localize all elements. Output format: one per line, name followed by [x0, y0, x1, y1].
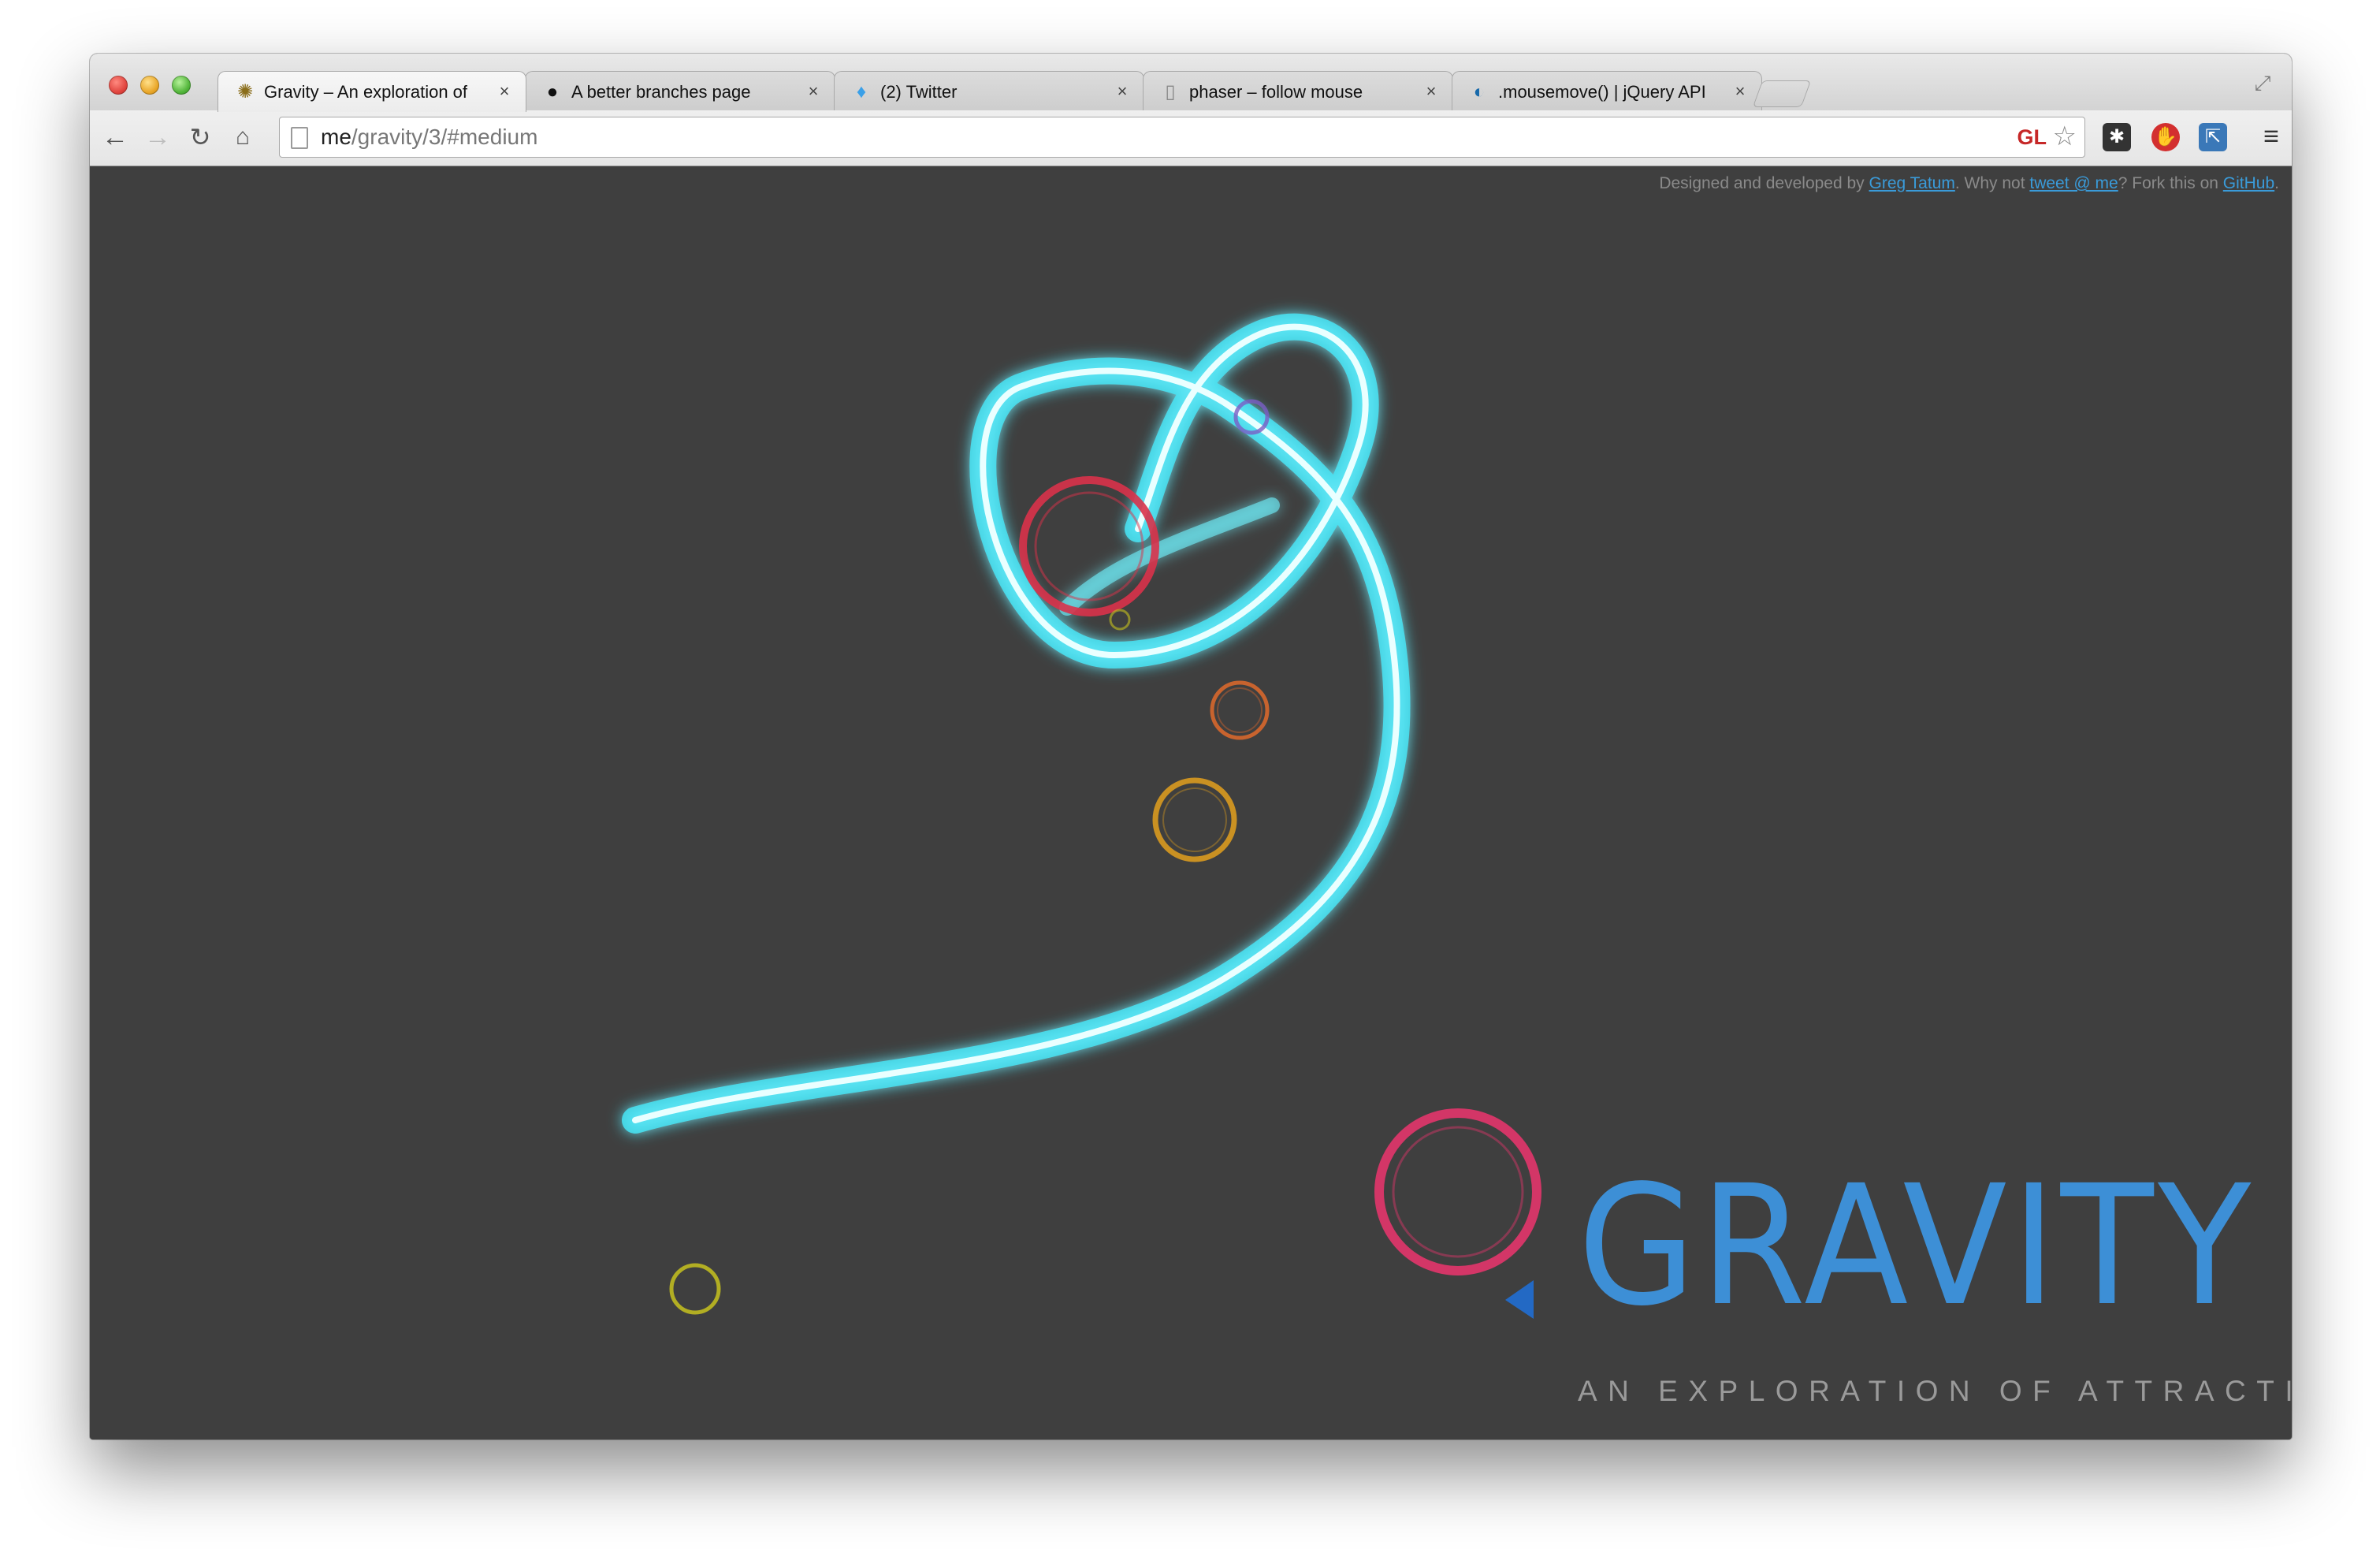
tab-title: (2) Twitter: [880, 82, 958, 102]
github-icon: ●: [546, 81, 559, 102]
back-icon[interactable]: ←: [99, 121, 131, 153]
webgl-badge[interactable]: GL: [2017, 125, 2047, 150]
pink-attractor: [1374, 1108, 1541, 1275]
amber-attractor: [1152, 777, 1237, 862]
new-tab-button[interactable]: [1752, 80, 1812, 107]
menu-icon[interactable]: ≡: [2263, 122, 2279, 151]
tab-twitter[interactable]: ♦ (2) Twitter ×: [834, 71, 1144, 111]
extension-asterisk-icon[interactable]: ✱: [2103, 123, 2131, 151]
extension-adblock-icon[interactable]: ✋: [2151, 123, 2180, 151]
page-content: Designed and developed by Greg Tatum. Wh…: [90, 166, 2292, 1439]
orange-attractor: [1210, 680, 1270, 740]
tab-gravity[interactable]: ✺ Gravity – An exploration of ×: [218, 71, 526, 112]
tab-title: .mousemove() | jQuery API: [1498, 82, 1706, 102]
page-icon: ▯: [1165, 81, 1176, 102]
gravity-favicon-icon: ✺: [236, 81, 254, 102]
twitter-icon: ♦: [856, 81, 867, 102]
address-bar[interactable]: me/gravity/3/#medium GL ☆: [279, 117, 2085, 158]
zoom-window-button[interactable]: [172, 76, 191, 95]
tab-title: Gravity – An exploration of: [264, 82, 468, 102]
browser-window: ✺ Gravity – An exploration of × ● A bett…: [90, 54, 2292, 1439]
home-icon[interactable]: ⌂: [227, 121, 258, 153]
logo-subtitle: AN EXPLORATION OF ATTRACTION: [1578, 1375, 2292, 1407]
browser-toolbar: ← → ↻ ⌂ me/gravity/3/#medium GL ☆ ✱ ✋ ⇱ …: [90, 110, 2292, 166]
bookmark-star-icon[interactable]: ☆: [2053, 122, 2077, 151]
url-text[interactable]: me/gravity/3/#medium: [321, 124, 537, 151]
tab-github[interactable]: ● A better branches page ×: [525, 71, 835, 111]
trail-tail-fragment: [1059, 497, 1280, 616]
tab-phaser[interactable]: ▯ phaser – follow mouse ×: [1143, 71, 1453, 111]
title-bar: ✺ Gravity – An exploration of × ● A bett…: [90, 54, 2292, 112]
tab-title: phaser – follow mouse: [1189, 82, 1363, 102]
github-link[interactable]: GitHub: [2223, 174, 2274, 192]
tab-close-icon[interactable]: ×: [1421, 81, 1441, 102]
tab-close-icon[interactable]: ×: [803, 81, 824, 102]
tab-jquery[interactable]: ◐ .mousemove() | jQuery API ×: [1452, 71, 1762, 111]
small-yellow-attractor: [1109, 609, 1131, 631]
close-window-button[interactable]: [109, 76, 128, 95]
reload-icon[interactable]: ↻: [184, 121, 216, 153]
fullscreen-icon[interactable]: ⤢: [2251, 71, 2274, 95]
yellow-attractor: [669, 1263, 721, 1315]
tab-title: A better branches page: [571, 82, 751, 102]
pointer-triangle-icon: [1505, 1280, 1534, 1319]
tab-close-icon[interactable]: ×: [1112, 81, 1132, 102]
forward-icon[interactable]: →: [142, 121, 173, 153]
extension-share-icon[interactable]: ⇱: [2199, 123, 2227, 151]
jquery-icon: ◐: [1473, 81, 1486, 102]
tweet-link[interactable]: tweet @ me: [2029, 174, 2118, 192]
page-icon: [291, 127, 308, 149]
particle-trail: [622, 313, 1411, 1134]
credit-line: Designed and developed by Greg Tatum. Wh…: [1659, 174, 2279, 192]
tab-close-icon[interactable]: ×: [1730, 81, 1750, 102]
tab-close-icon[interactable]: ×: [494, 81, 515, 102]
minimize-window-button[interactable]: [140, 76, 159, 95]
author-link[interactable]: Greg Tatum: [1869, 174, 1955, 192]
logo-title: GRAVITY: [1578, 1149, 2255, 1342]
